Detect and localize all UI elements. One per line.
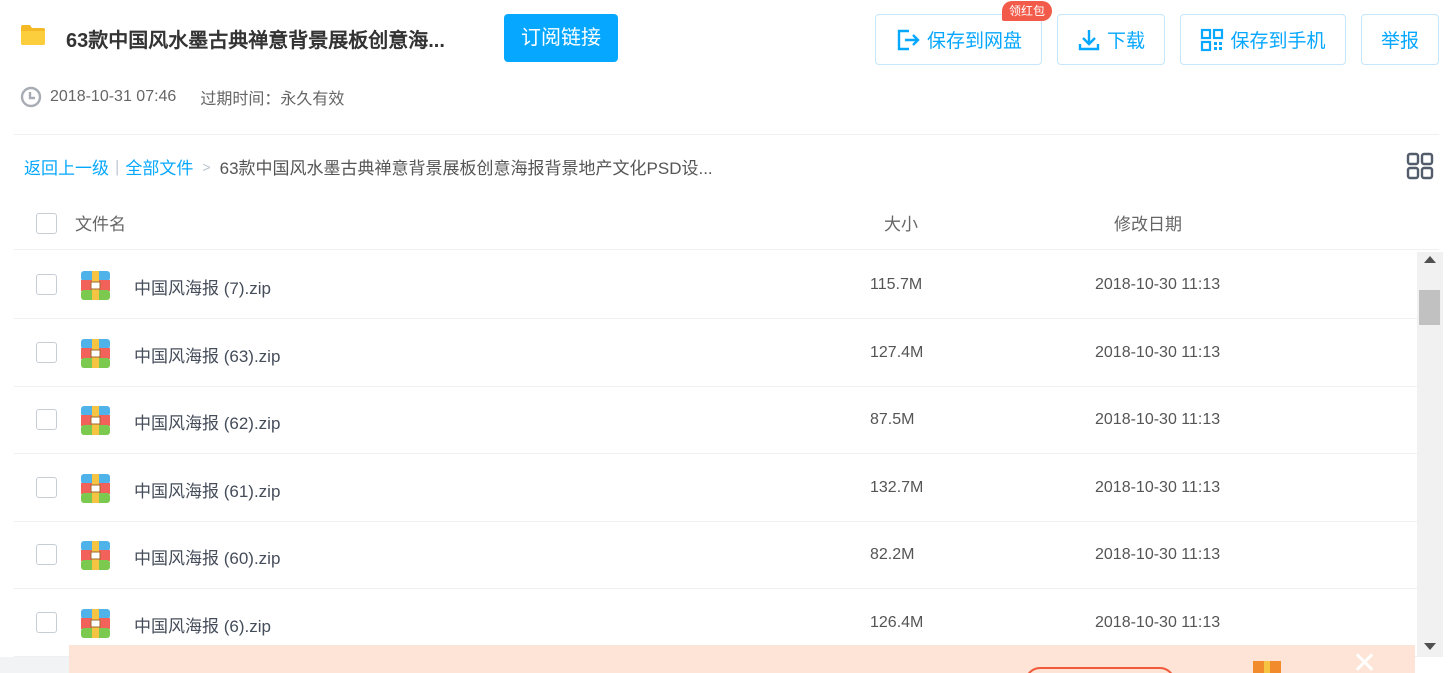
column-header-date[interactable]: 修改日期 xyxy=(1114,210,1182,235)
file-size: 127.4M xyxy=(870,343,924,361)
table-row[interactable]: 中国风海报 (60).zip 82.2M 2018-10-30 11:13 xyxy=(14,522,1417,589)
scrollbar-thumb[interactable] xyxy=(1419,290,1440,325)
header-divider xyxy=(14,134,1439,135)
share-date: 2018-10-31 07:46 xyxy=(50,88,177,105)
breadcrumb-arrow: > xyxy=(202,158,211,175)
table-row[interactable]: 中国风海报 (61).zip 132.7M 2018-10-30 11:13 xyxy=(14,455,1417,522)
row-checkbox[interactable] xyxy=(36,409,57,430)
all-files-link[interactable]: 全部文件 xyxy=(125,154,193,179)
back-up-link[interactable]: 返回上一级 xyxy=(24,154,109,179)
breadcrumb: 返回上一级 | 全部文件 > 63款中国风水墨古典禅意背景展板创意海报背景地产文… xyxy=(24,154,713,179)
breadcrumb-separator: | xyxy=(115,156,120,176)
share-title: 63款中国风水墨古典禅意背景展板创意海... xyxy=(66,30,445,52)
promo-banner[interactable]: ✕ xyxy=(69,645,1415,673)
zip-archive-icon xyxy=(80,540,111,571)
clock-icon xyxy=(20,86,50,108)
page-bottom-strip xyxy=(0,657,69,673)
gift-icon xyxy=(1247,653,1287,673)
table-row[interactable]: 中国风海报 (7).zip 115.7M 2018-10-30 11:13 xyxy=(14,252,1417,319)
expiry-text: 过期时间：永久有效 xyxy=(200,91,345,108)
file-modified-date: 2018-10-30 11:13 xyxy=(1095,343,1221,361)
save-to-disk-button[interactable]: 保存到网盘 xyxy=(875,14,1042,65)
zip-archive-icon xyxy=(80,338,111,369)
file-name[interactable]: 中国风海报 (63).zip xyxy=(134,342,280,367)
column-header-size[interactable]: 大小 xyxy=(884,210,918,235)
file-modified-date: 2018-10-30 11:13 xyxy=(1095,613,1221,631)
file-name[interactable]: 中国风海报 (62).zip xyxy=(134,409,280,434)
file-modified-date: 2018-10-30 11:13 xyxy=(1095,276,1221,293)
select-all-checkbox[interactable] xyxy=(36,213,57,234)
file-size: 87.5M xyxy=(870,411,915,428)
save-to-phone-label: 保存到手机 xyxy=(1230,31,1326,52)
save-to-disk-label: 保存到网盘 xyxy=(926,31,1022,52)
file-name[interactable]: 中国风海报 (61).zip xyxy=(134,477,280,502)
file-table-header: 文件名 大小 修改日期 xyxy=(14,196,1439,250)
table-row[interactable]: 中国风海报 (63).zip 127.4M 2018-10-30 11:13 xyxy=(14,320,1417,387)
file-modified-date: 2018-10-30 11:13 xyxy=(1095,411,1221,428)
file-modified-date: 2018-10-30 11:13 xyxy=(1095,478,1221,496)
red-packet-badge[interactable]: 领红包 xyxy=(1002,1,1053,21)
file-list: 中国风海报 (7).zip 115.7M 2018-10-30 11:13 中国风海报… xyxy=(14,252,1417,673)
qr-code-icon xyxy=(1200,28,1224,52)
zip-archive-icon xyxy=(80,473,111,504)
column-header-name[interactable]: 文件名 xyxy=(75,210,126,235)
file-name[interactable]: 中国风海报 (7).zip xyxy=(134,274,271,299)
share-header: 63款中国风水墨古典禅意背景展板创意海... 订阅链接 保存到网盘 领红包 下载 xyxy=(0,0,1449,80)
file-size: 126.4M xyxy=(870,613,924,631)
breadcrumb-current-folder: 63款中国风水墨古典禅意背景展板创意海报背景地产文化PSD设... xyxy=(219,159,713,178)
promo-banner-button[interactable] xyxy=(1025,667,1175,673)
row-checkbox[interactable] xyxy=(36,611,57,633)
row-checkbox[interactable] xyxy=(36,274,57,295)
download-label: 下载 xyxy=(1106,31,1145,52)
folder-icon xyxy=(20,24,46,46)
file-size: 82.2M xyxy=(870,546,915,563)
file-size: 115.7M xyxy=(870,276,923,293)
zip-archive-icon xyxy=(80,608,111,639)
file-name[interactable]: 中国风海报 (60).zip xyxy=(134,544,280,569)
download-button[interactable]: 下载 xyxy=(1057,14,1165,65)
share-meta: 2018-10-31 07:46 过期时间：永久有效 xyxy=(20,86,344,108)
row-checkbox[interactable] xyxy=(36,476,57,498)
file-name[interactable]: 中国风海报 (6).zip xyxy=(134,612,271,637)
row-checkbox[interactable] xyxy=(36,544,57,565)
download-icon xyxy=(1077,28,1101,52)
file-size: 132.7M xyxy=(870,478,924,496)
table-row[interactable]: 中国风海报 (62).zip 87.5M 2018-10-30 11:13 xyxy=(14,387,1417,454)
scroll-down-arrow-icon[interactable] xyxy=(1424,643,1436,650)
close-icon[interactable]: ✕ xyxy=(1352,649,1377,673)
row-checkbox[interactable] xyxy=(36,341,57,363)
save-to-phone-button[interactable]: 保存到手机 xyxy=(1180,14,1346,65)
grid-view-icon[interactable] xyxy=(1406,152,1434,180)
subscribe-link-button[interactable]: 订阅链接 xyxy=(504,14,618,62)
file-modified-date: 2018-10-30 11:13 xyxy=(1095,546,1221,563)
zip-archive-icon xyxy=(80,405,111,436)
report-button[interactable]: 举报 xyxy=(1361,14,1439,65)
zip-archive-icon xyxy=(80,270,111,301)
save-export-icon xyxy=(895,28,921,52)
scroll-up-arrow-icon[interactable] xyxy=(1424,256,1436,263)
